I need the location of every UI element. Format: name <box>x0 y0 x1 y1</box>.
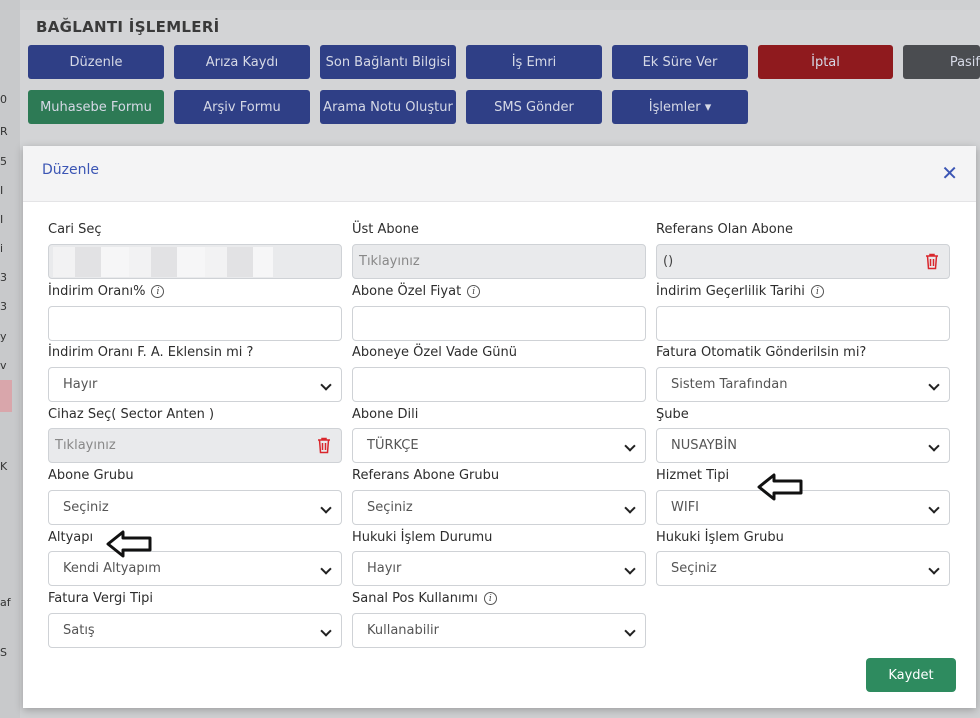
edit-modal: Düzenle ✕ Cari Seç Üst Abone Tıklayınız … <box>23 146 976 708</box>
call-note-button[interactable]: Arama Notu Oluştur <box>320 90 456 124</box>
ust-abone-label: Üst Abone <box>352 222 419 237</box>
ozel-vade-input[interactable] <box>352 367 646 402</box>
info-icon[interactable]: i <box>151 285 165 298</box>
abone-grubu-label: Abone Grubu <box>48 468 134 483</box>
referans-abone-grubu-select[interactable]: Seçiniz <box>352 490 646 525</box>
redacted-value <box>53 247 273 277</box>
indirim-fa-label: İndirim Oranı F. A. Eklensin mi ? <box>48 345 254 360</box>
sube-select[interactable]: NUSAYBİN <box>656 428 950 463</box>
indirim-orani-input[interactable] <box>48 306 342 341</box>
abone-ozel-fiyat-input[interactable] <box>352 306 646 341</box>
referans-olan-abone-field[interactable]: () <box>656 244 950 279</box>
fault-record-button[interactable]: Arıza Kaydı <box>174 45 310 79</box>
cihaz-sec-label: Cihaz Seç( Sector Anten ) <box>48 407 215 422</box>
sms-send-button[interactable]: SMS Gönder <box>466 90 602 124</box>
close-icon[interactable]: ✕ <box>941 161 958 185</box>
hukuki-islem-durumu-select[interactable]: Hayır <box>352 551 646 586</box>
fatura-otomatik-label: Fatura Otomatik Gönderilsin mi? <box>656 345 867 360</box>
arrow-left-icon <box>757 473 803 501</box>
hukuki-islem-durumu-label: Hukuki İşlem Durumu <box>352 530 493 545</box>
accounting-form-button[interactable]: Muhasebe Formu <box>28 90 164 124</box>
indirim-gecerlilik-input[interactable] <box>656 306 950 341</box>
referans-abone-grubu-label: Referans Abone Grubu <box>352 468 500 483</box>
modal-title: Düzenle <box>42 162 99 178</box>
info-icon[interactable]: i <box>483 592 497 605</box>
cihaz-sec-value: Tıklayınız <box>55 438 116 453</box>
cihaz-sec-field[interactable]: Tıklayınız <box>48 428 342 463</box>
trash-icon[interactable] <box>317 437 331 454</box>
hizmet-tipi-select[interactable]: WIFI <box>656 490 950 525</box>
save-button[interactable]: Kaydet <box>866 658 956 692</box>
page-title: BAĞLANTI İŞLEMLERİ <box>36 18 220 36</box>
altyapi-label: Altyapı <box>48 530 94 545</box>
passive-button[interactable]: Pasif <box>903 45 980 79</box>
cari-sec-label: Cari Seç <box>48 222 102 237</box>
info-icon[interactable]: i <box>810 285 824 298</box>
cancel-button[interactable]: İptal <box>758 45 893 79</box>
ozel-vade-label: Aboneye Özel Vade Günü <box>352 345 517 360</box>
fatura-vergi-tipi-select[interactable]: Satış <box>48 613 342 648</box>
abone-ozel-fiyat-label: Abone Özel Fiyat i <box>352 284 481 299</box>
work-order-button[interactable]: İş Emri <box>466 45 602 79</box>
edit-button[interactable]: Düzenle <box>28 45 164 79</box>
hukuki-islem-grubu-select[interactable]: Seçiniz <box>656 551 950 586</box>
arrow-left-icon <box>106 530 152 558</box>
cari-sec-field[interactable] <box>48 244 342 279</box>
abone-dili-select[interactable]: TÜRKÇE <box>352 428 646 463</box>
sube-label: Şube <box>656 407 689 422</box>
indirim-fa-select[interactable]: Hayır <box>48 367 342 402</box>
last-connection-button[interactable]: Son Bağlantı Bilgisi <box>320 45 456 79</box>
trash-icon[interactable] <box>925 253 939 270</box>
sidebar-highlight <box>0 380 12 412</box>
fatura-vergi-tipi-label: Fatura Vergi Tipi <box>48 591 154 606</box>
fatura-otomatik-select[interactable]: Sistem Tarafından <box>656 367 950 402</box>
ust-abone-field[interactable]: Tıklayınız <box>352 244 646 279</box>
abone-grubu-select[interactable]: Seçiniz <box>48 490 342 525</box>
indirim-orani-label: İndirim Oranı% i <box>48 284 165 299</box>
abone-dili-label: Abone Dili <box>352 407 419 422</box>
left-sidebar-fragment: 0 R 5 I I i 3 3 y v K af S <box>0 0 20 718</box>
actions-dropdown-button[interactable]: İşlemler ▾ <box>612 90 748 124</box>
sanal-pos-select[interactable]: Kullanabilir <box>352 613 646 648</box>
hukuki-islem-grubu-label: Hukuki İşlem Grubu <box>656 530 784 545</box>
sanal-pos-label: Sanal Pos Kullanımı i <box>352 591 497 606</box>
altyapi-select[interactable]: Kendi Altyapım <box>48 551 342 586</box>
info-icon[interactable]: i <box>467 285 481 298</box>
modal-header: Düzenle ✕ <box>23 146 976 202</box>
indirim-gecerlilik-label: İndirim Geçerlilik Tarihi i <box>656 284 824 299</box>
archive-form-button[interactable]: Arşiv Formu <box>174 90 310 124</box>
extend-time-button[interactable]: Ek Süre Ver <box>612 45 748 79</box>
referans-olan-abone-label: Referans Olan Abone <box>656 222 793 237</box>
referans-olan-abone-value: () <box>663 254 674 269</box>
hizmet-tipi-label: Hizmet Tipi <box>656 468 730 483</box>
